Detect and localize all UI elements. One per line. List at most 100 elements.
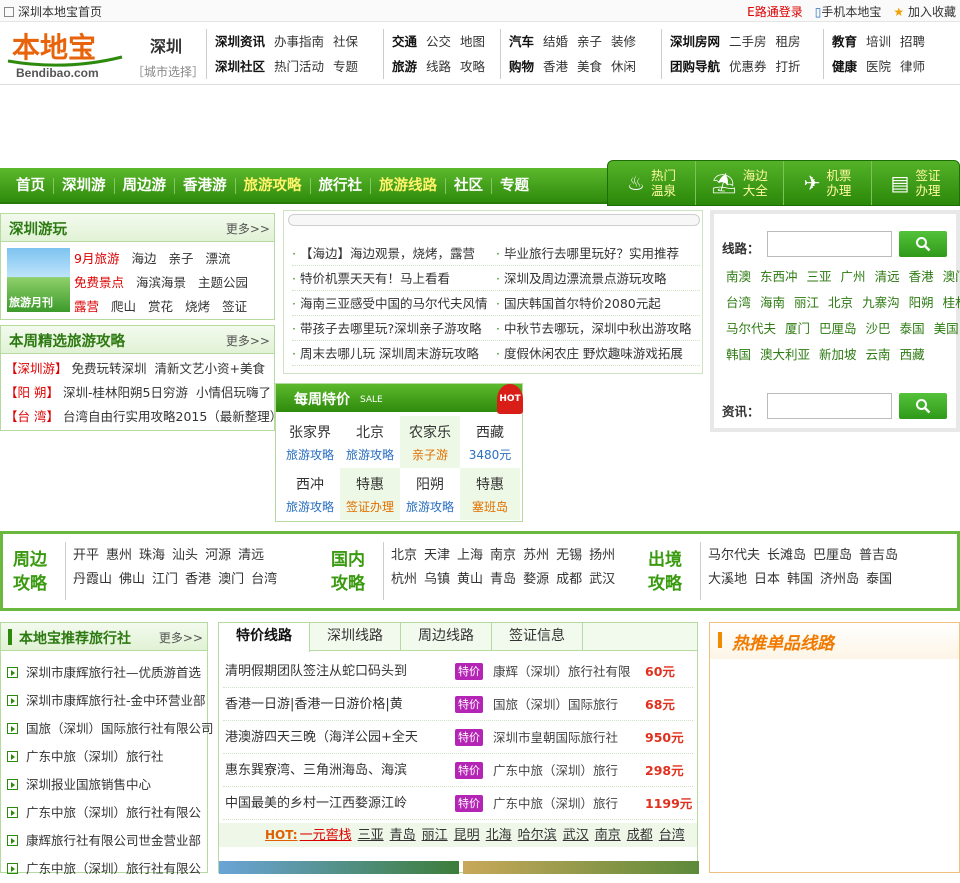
nav-link[interactable]: 装修 <box>611 34 636 49</box>
nav-link[interactable]: 深圳社区 <box>215 59 265 74</box>
dest-link[interactable]: 成都 <box>556 572 582 587</box>
destination-tag[interactable]: 南澳 <box>726 269 751 284</box>
login-link[interactable]: E路通登录 <box>747 3 803 20</box>
route-image[interactable] <box>219 861 459 874</box>
dest-link[interactable]: 香港 <box>185 572 211 587</box>
nav-link[interactable]: 办事指南 <box>274 34 324 49</box>
agency-link[interactable]: 康辉（深圳）旅行社有限 <box>493 655 643 688</box>
news-link[interactable]: 带孩子去哪里玩?深圳亲子游攻略 <box>292 316 496 340</box>
deal-detail[interactable]: 3480元 <box>460 446 520 463</box>
news-link[interactable]: 【海边】海边观景，烧烤，露营 <box>292 241 496 265</box>
destination-tag[interactable]: 三亚 <box>807 269 832 284</box>
agency-link[interactable]: 国旅（深圳）国际旅行 <box>493 688 643 721</box>
destination-tag[interactable]: 北京 <box>828 295 853 310</box>
destination-tag[interactable]: 丽江 <box>794 295 819 310</box>
nav-link[interactable]: 深圳房网 <box>670 34 720 49</box>
agency-item[interactable]: 广东中旅（深圳）旅行社 <box>7 743 214 771</box>
main-nav-item[interactable]: 专题 <box>492 178 537 194</box>
destination-tag[interactable]: 澳门 <box>943 269 960 284</box>
main-nav-item[interactable]: 周边游 <box>115 178 175 194</box>
agency-link[interactable]: 广东中旅（深圳）旅行 <box>493 787 643 820</box>
city-select-link[interactable]: ［城市选择］ <box>132 63 204 80</box>
destination-tag[interactable]: 九寨沟 <box>862 295 900 310</box>
routes-tab[interactable]: 特价线路 <box>219 623 310 652</box>
hot-destination-link[interactable]: 武汉 <box>563 828 589 843</box>
dest-link[interactable]: 普吉岛 <box>859 548 898 563</box>
dest-link[interactable]: 北京 <box>391 548 417 563</box>
dest-group-label[interactable]: 国内 攻略 <box>331 548 365 596</box>
news-link[interactable]: 海南三亚感受中国的马尔代夫风情 <box>292 291 496 315</box>
main-nav-item[interactable]: 旅游攻略 <box>236 178 311 194</box>
dest-link[interactable]: 马尔代夫 <box>708 548 760 563</box>
nav-link[interactable]: 休闲 <box>611 59 636 74</box>
nav-link[interactable]: 招聘 <box>900 34 925 49</box>
deal-detail[interactable]: 旅游攻略 <box>280 498 340 515</box>
guide-link[interactable]: 主题公园 <box>198 275 248 290</box>
nav-link[interactable]: 律师 <box>900 59 925 74</box>
main-nav-item[interactable]: 深圳游 <box>54 178 115 194</box>
dest-link[interactable]: 苏州 <box>523 548 549 563</box>
main-nav-item[interactable]: 旅游线路 <box>371 178 446 194</box>
deal-cell[interactable]: 农家乐 亲子游 <box>400 416 460 468</box>
dest-link[interactable]: 乌镇 <box>424 572 450 587</box>
more-link[interactable]: 更多>> <box>226 332 270 349</box>
home-link[interactable]: 深圳本地宝首页 <box>4 3 102 20</box>
region-tag[interactable]: 【阳 朔】 <box>5 385 59 400</box>
nav-link[interactable]: 二手房 <box>729 34 767 49</box>
agency-item[interactable]: 深圳市康辉旅行社—优质游首选 <box>7 659 214 687</box>
dest-link[interactable]: 济州岛 <box>820 572 859 587</box>
deal-cell[interactable]: 西冲 旅游攻略 <box>280 468 340 520</box>
region-tag[interactable]: 【台 湾】 <box>5 409 59 424</box>
dest-link[interactable]: 南京 <box>490 548 516 563</box>
hot-destination-link[interactable]: 台湾 <box>659 828 685 843</box>
dest-link[interactable]: 黄山 <box>457 572 483 587</box>
guide-link[interactable]: 深圳-桂林阳朔5日穷游 <box>63 385 188 400</box>
destination-tag[interactable]: 新加坡 <box>819 347 857 362</box>
nav-link[interactable]: 优惠券 <box>729 59 767 74</box>
dest-link[interactable]: 上海 <box>457 548 483 563</box>
nav-link[interactable]: 美食 <box>577 59 602 74</box>
hot-destination-link[interactable]: 三亚 <box>358 828 384 843</box>
main-nav-item[interactable]: 首页 <box>8 178 54 194</box>
guide-link[interactable]: 9月旅游 <box>74 251 119 266</box>
hot-destination-link[interactable]: 成都 <box>627 828 653 843</box>
nav-link[interactable]: 医院 <box>866 59 891 74</box>
dest-link[interactable]: 扬州 <box>589 548 615 563</box>
routes-tab[interactable]: 周边线路 <box>401 623 492 650</box>
dest-link[interactable]: 婺源 <box>523 572 549 587</box>
guide-link[interactable]: 烧烤 <box>185 299 210 314</box>
dest-link[interactable]: 天津 <box>424 548 450 563</box>
dest-link[interactable]: 惠州 <box>106 548 132 563</box>
dest-link[interactable]: 武汉 <box>589 572 615 587</box>
hot-destination-link[interactable]: 丽江 <box>422 828 448 843</box>
route-name-link[interactable]: 清明假期团队签注从蛇口码头到 <box>225 655 453 688</box>
nav-link[interactable]: 交通 <box>392 34 417 49</box>
nav-link[interactable]: 汽车 <box>509 34 534 49</box>
destination-tag[interactable]: 海南 <box>760 295 785 310</box>
agency-item[interactable]: 康辉旅行社有限公司世金营业部 <box>7 827 214 855</box>
destination-tag[interactable]: 香港 <box>909 269 934 284</box>
agency-link[interactable]: 广东中旅（深圳）旅行 <box>493 754 643 787</box>
deal-cell[interactable]: 张家界 旅游攻略 <box>280 416 340 468</box>
agency-item[interactable]: 广东中旅（深圳）旅行社有限公 <box>7 855 214 883</box>
agency-item[interactable]: 深圳市康辉旅行社-金中环营业部 <box>7 687 214 715</box>
news-link[interactable]: 特价机票天天有！马上看看 <box>292 266 496 290</box>
destination-tag[interactable]: 清远 <box>875 269 900 284</box>
guide-link[interactable]: 小情侣玩嗨了 <box>196 385 271 400</box>
route-name-link[interactable]: 港澳游四天三晚（海洋公园+全天 <box>225 721 453 754</box>
dest-link[interactable]: 江门 <box>152 572 178 587</box>
info-search-input[interactable] <box>767 393 892 419</box>
dest-link[interactable]: 河源 <box>205 548 231 563</box>
guide-link[interactable]: 免费玩转深圳 <box>72 361 147 376</box>
deal-cell[interactable]: 特惠 签证办理 <box>340 468 400 520</box>
site-logo[interactable]: 本地宝 Bendibao.com <box>6 27 124 81</box>
nav-link[interactable]: 教育 <box>832 34 857 49</box>
routes-tab[interactable]: 深圳线路 <box>310 623 401 650</box>
deal-cell[interactable]: 特惠 塞班岛 <box>460 468 520 520</box>
nav-link[interactable]: 公交 <box>426 34 451 49</box>
guide-link[interactable]: 免费景点 <box>74 275 124 290</box>
hot-destination-link[interactable]: 昆明 <box>454 828 480 843</box>
nav-link[interactable]: 专题 <box>333 59 358 74</box>
dest-link[interactable]: 汕头 <box>172 548 198 563</box>
nav-link[interactable]: 热门活动 <box>274 59 324 74</box>
